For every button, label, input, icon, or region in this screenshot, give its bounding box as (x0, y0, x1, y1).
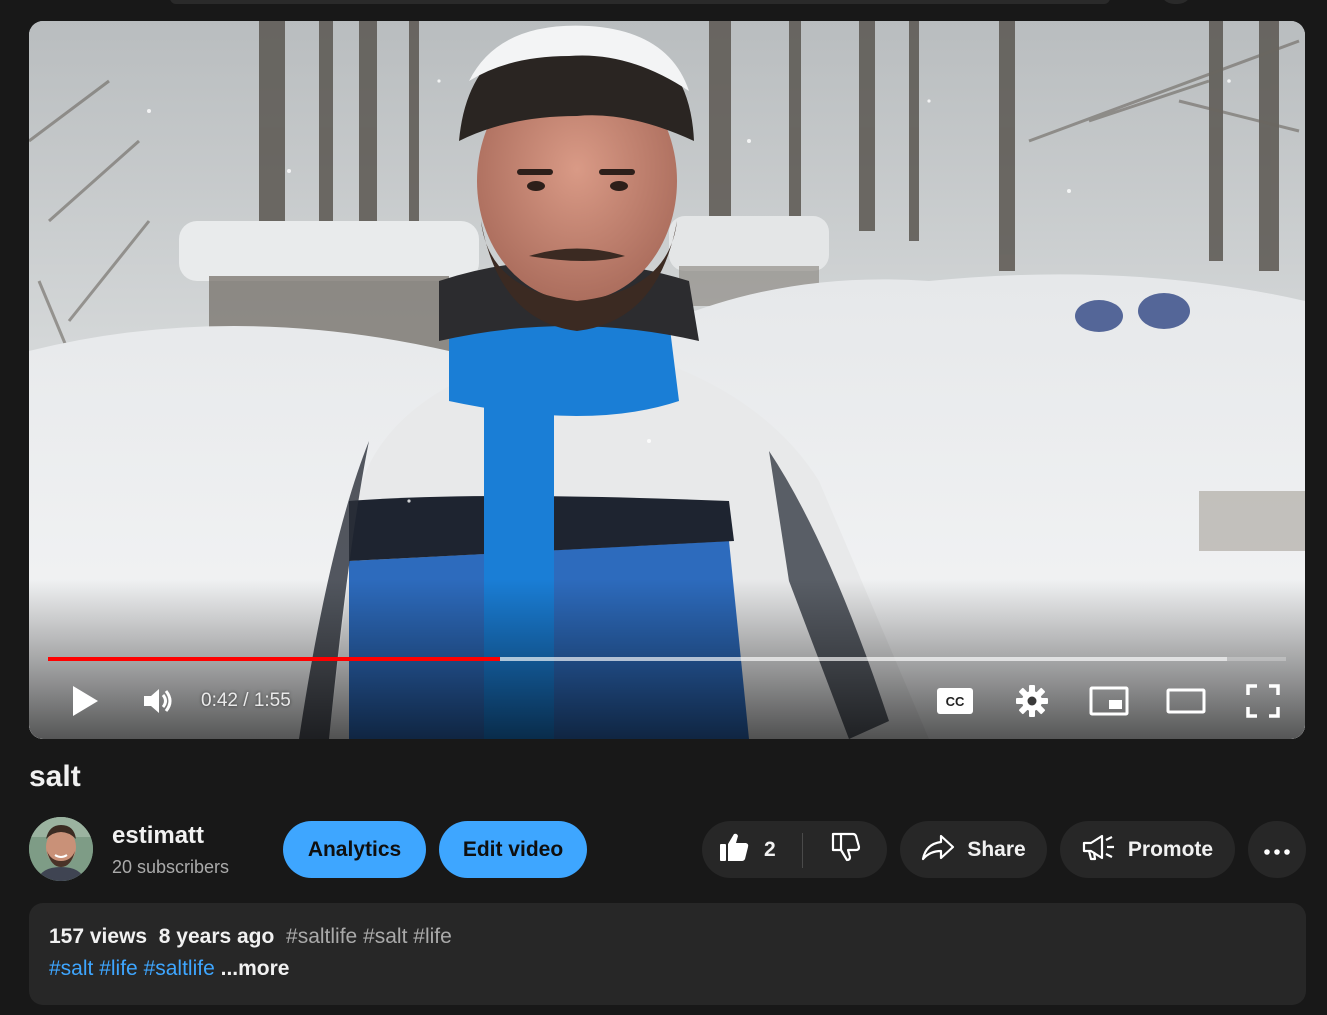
channel-avatar[interactable] (29, 817, 93, 881)
hashtag-link[interactable]: #life (99, 957, 138, 980)
hashtag-link[interactable]: #salt (49, 957, 93, 980)
owner-row: estimatt 20 subscribers Analytics Edit v… (29, 817, 1307, 881)
progress-bar[interactable] (48, 657, 1286, 661)
share-button[interactable]: Share (900, 821, 1047, 878)
svg-text:CC: CC (946, 694, 965, 709)
mute-button[interactable] (135, 677, 183, 725)
theater-icon (1166, 688, 1206, 714)
progress-played (48, 657, 500, 661)
header-hashtag[interactable]: #saltlife (286, 925, 357, 948)
duration: 1:55 (253, 690, 291, 711)
thumbs-down-icon (829, 831, 861, 868)
show-more-link[interactable]: ...more (221, 957, 290, 980)
more-horizontal-icon (1264, 838, 1290, 862)
channel-name[interactable]: estimatt (112, 822, 204, 850)
analytics-label: Analytics (307, 837, 402, 861)
description-body: #salt #life #saltlife ...more (49, 957, 289, 981)
like-button[interactable]: 2 (702, 821, 802, 878)
more-actions-button[interactable] (1248, 821, 1306, 878)
volume-icon (142, 686, 176, 716)
miniplayer-icon (1089, 686, 1129, 716)
play-button[interactable] (61, 677, 109, 725)
header-hashtag[interactable]: #salt (363, 925, 407, 948)
current-time: 0:42 (201, 690, 238, 711)
upload-age: 8 years ago (158, 925, 275, 948)
view-count: 157 views (49, 925, 148, 948)
promote-label: Promote (1127, 837, 1214, 861)
description-meta: 157 views 8 years ago #saltlife #salt #l… (49, 925, 452, 949)
analytics-button[interactable]: Analytics (283, 821, 426, 878)
description-box[interactable]: 157 views 8 years ago #saltlife #salt #l… (29, 903, 1306, 1005)
miniplayer-button[interactable] (1085, 677, 1133, 725)
time-display: 0:42 / 1:55 (201, 690, 291, 712)
settings-button[interactable] (1008, 677, 1056, 725)
edit-video-button[interactable]: Edit video (439, 821, 587, 878)
like-count: 2 (764, 837, 776, 861)
account-avatar-edge (1160, 0, 1192, 4)
promote-button[interactable]: Promote (1060, 821, 1235, 878)
cc-icon: CC (936, 687, 974, 715)
megaphone-icon (1082, 833, 1116, 867)
dislike-button[interactable] (803, 821, 887, 878)
hashtag-link[interactable]: #saltlife (144, 957, 215, 980)
search-bar-edge (170, 0, 1110, 4)
fullscreen-button[interactable] (1239, 677, 1287, 725)
theater-button[interactable] (1162, 677, 1210, 725)
video-player[interactable]: 0:42 / 1:55 CC (29, 21, 1305, 739)
play-icon (71, 685, 99, 717)
video-title: salt (29, 760, 81, 793)
header-hashtag[interactable]: #life (413, 925, 452, 948)
gear-icon (1015, 684, 1049, 718)
share-label: Share (967, 837, 1026, 861)
like-dislike-group: 2 (702, 821, 887, 878)
time-separator: / (237, 690, 254, 711)
subscriber-count: 20 subscribers (112, 857, 230, 877)
captions-button[interactable]: CC (931, 677, 979, 725)
fullscreen-icon (1246, 684, 1280, 718)
thumbs-up-icon (718, 831, 750, 868)
player-controls: 0:42 / 1:55 CC (29, 673, 1305, 729)
edit-video-label: Edit video (462, 837, 564, 861)
share-icon (921, 833, 955, 867)
